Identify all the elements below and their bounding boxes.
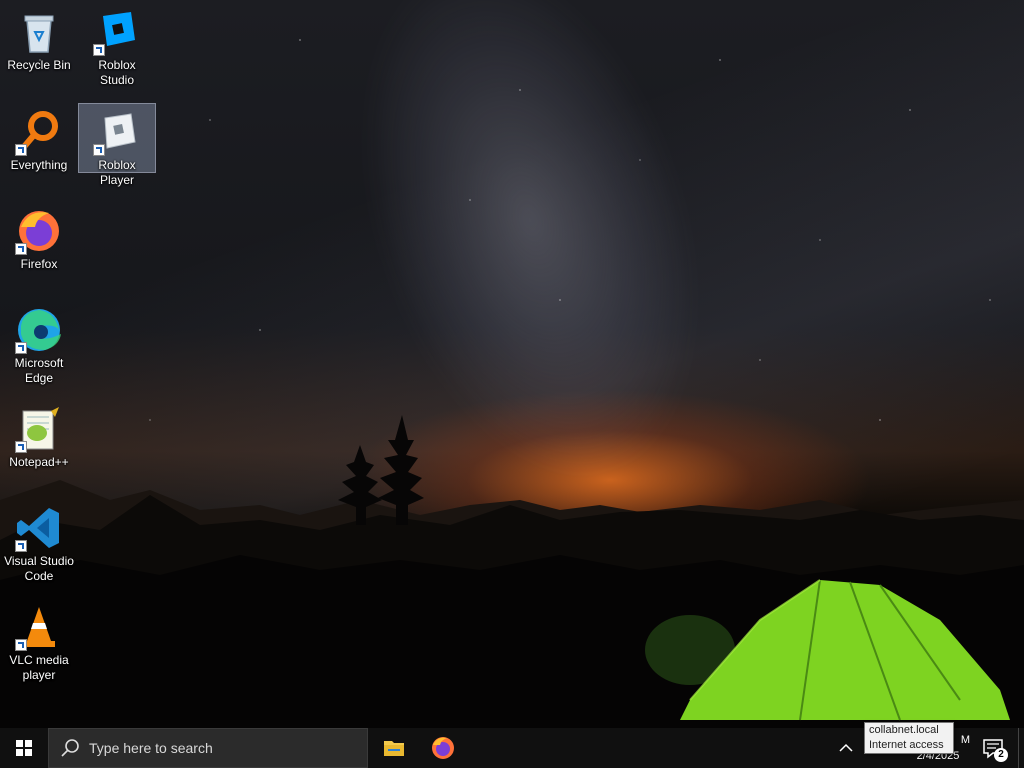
- desktop-icon-recycle-bin[interactable]: Recycle Bin: [1, 4, 77, 75]
- search-icon: [61, 739, 79, 757]
- taskbar-firefox[interactable]: [419, 728, 467, 768]
- firefox-icon: [15, 207, 63, 255]
- desktop-icon-label: Everything: [10, 158, 68, 172]
- desktop-icon-microsoft-edge[interactable]: Microsoft Edge: [1, 302, 77, 388]
- file-explorer-icon: [384, 741, 404, 756]
- recycle-bin-icon: [15, 8, 63, 56]
- shortcut-arrow-icon: [15, 540, 27, 552]
- desktop-icon-roblox-player[interactable]: Roblox Player: [78, 103, 156, 187]
- show-desktop-button[interactable]: [1018, 728, 1024, 768]
- notification-count-badge: 2: [994, 748, 1008, 762]
- shortcut-arrow-icon: [15, 342, 27, 354]
- network-tooltip: collabnet.local Internet access: [864, 722, 954, 754]
- desktop-icon-firefox[interactable]: Firefox: [1, 203, 77, 274]
- shortcut-arrow-icon: [15, 639, 27, 651]
- shortcut-arrow-icon: [93, 44, 105, 56]
- shortcut-arrow-icon: [15, 441, 27, 453]
- notification-icon: [983, 739, 1003, 759]
- taskbar-search-box[interactable]: Type here to search: [48, 728, 368, 768]
- desktop-icon-roblox-studio[interactable]: Roblox Studio: [79, 4, 155, 90]
- search-placeholder: Type here to search: [89, 740, 213, 756]
- desktop-icon-notepad-plus-plus[interactable]: Notepad++: [1, 401, 77, 472]
- everything-search-icon: [15, 108, 63, 156]
- tooltip-network-name: collabnet.local: [869, 724, 939, 736]
- vscode-icon: [15, 504, 63, 552]
- start-button[interactable]: [0, 728, 48, 768]
- edge-icon: [15, 306, 63, 354]
- taskbar-file-explorer[interactable]: [370, 728, 418, 768]
- shortcut-arrow-icon: [15, 243, 27, 255]
- windows-logo-icon: [16, 740, 32, 756]
- shortcut-arrow-icon: [15, 144, 27, 156]
- action-center-button[interactable]: 2: [976, 728, 1012, 768]
- desktop-icon-label: Recycle Bin: [7, 58, 71, 72]
- tooltip-network-status: Internet access: [869, 739, 944, 751]
- desktop-icon-label: Roblox Player: [98, 158, 136, 187]
- desktop-icon-label: Visual Studio Code: [4, 554, 74, 583]
- desktop-icon-label: Firefox: [20, 257, 58, 271]
- desktop-icon-label: VLC media player: [9, 653, 69, 682]
- desktop-icon-everything[interactable]: Everything: [1, 104, 77, 175]
- chevron-up-icon: [839, 743, 853, 752]
- desktop-icon-label: Notepad++: [9, 455, 69, 469]
- roblox-studio-icon: [93, 8, 141, 56]
- show-hidden-icons-button[interactable]: [834, 728, 858, 768]
- vlc-icon: [15, 603, 63, 651]
- firefox-icon: [432, 737, 454, 759]
- desktop-icon-visual-studio-code[interactable]: Visual Studio Code: [1, 500, 77, 586]
- shortcut-arrow-icon: [93, 144, 105, 156]
- desktop[interactable]: Recycle Bin Roblox Studio Everything Rob…: [0, 0, 1024, 728]
- notepad-plus-plus-icon: [15, 405, 63, 453]
- desktop-icon-label: Microsoft Edge: [14, 356, 64, 385]
- desktop-icon-label: Roblox Studio: [98, 58, 136, 87]
- roblox-player-icon: [93, 108, 141, 156]
- desktop-icon-vlc[interactable]: VLC media player: [1, 599, 77, 685]
